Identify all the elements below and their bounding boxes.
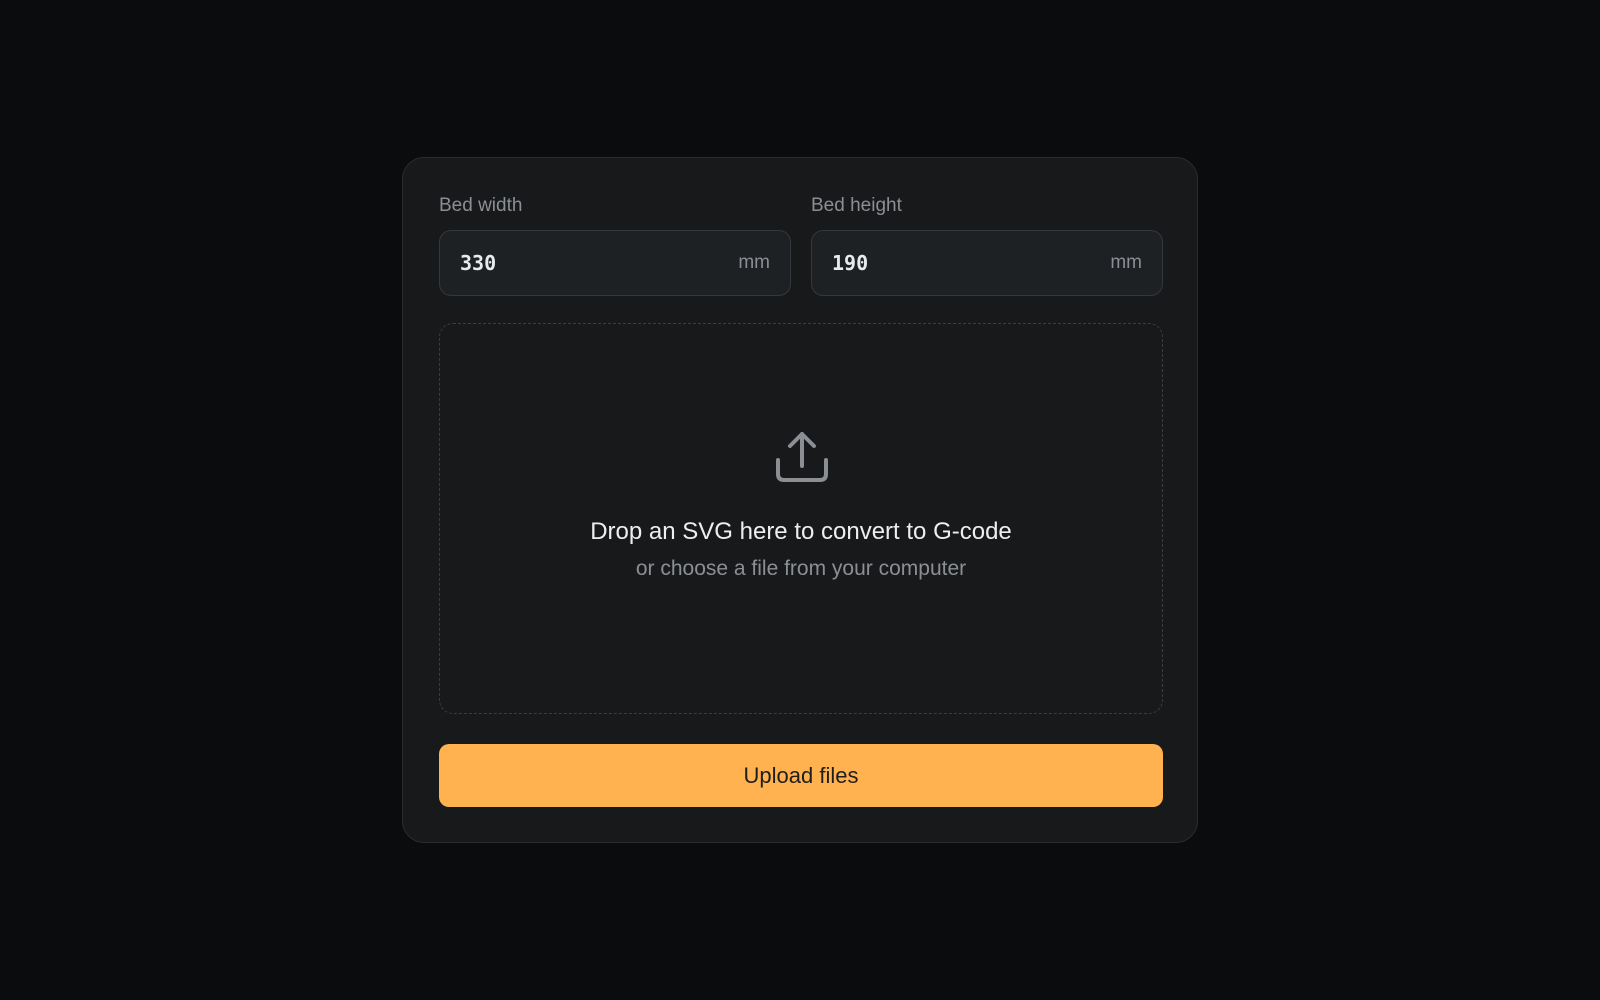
bed-height-field: Bed height mm — [811, 194, 1163, 296]
bed-width-field: Bed width mm — [439, 194, 791, 296]
bed-width-input-box[interactable]: mm — [439, 230, 791, 296]
bed-height-label: Bed height — [811, 195, 902, 216]
bed-height-unit: mm — [1110, 252, 1142, 273]
bed-height-input[interactable] — [832, 231, 1082, 295]
dropzone-title: Drop an SVG here to convert to G-code — [590, 518, 1012, 545]
bed-width-label: Bed width — [439, 195, 523, 216]
upload-icon — [776, 432, 828, 482]
upload-card: Bed width mm Bed height mm Drop an SVG h… — [402, 157, 1198, 843]
bed-width-input[interactable] — [460, 231, 710, 295]
upload-files-button[interactable]: Upload files — [439, 744, 1163, 807]
svg-dropzone[interactable]: Drop an SVG here to convert to G-code or… — [439, 323, 1163, 714]
bed-height-input-box[interactable]: mm — [811, 230, 1163, 296]
bed-width-unit: mm — [738, 252, 770, 273]
dropzone-subtitle[interactable]: or choose a file from your computer — [440, 557, 1162, 581]
